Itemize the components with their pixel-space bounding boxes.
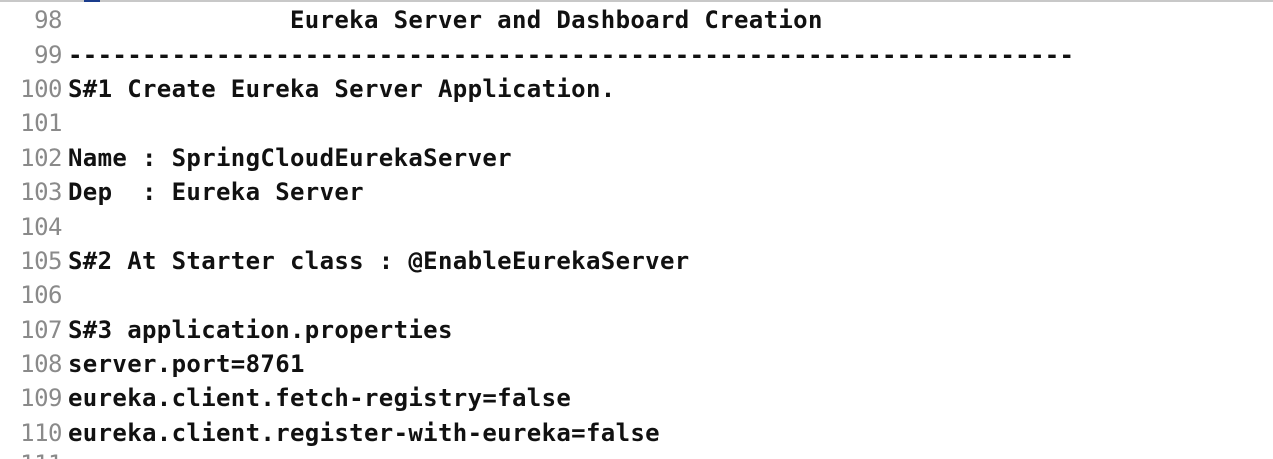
line-number: 105 <box>20 246 62 275</box>
code-line[interactable]: 106 <box>0 278 1273 312</box>
text-editor[interactable]: 98 Eureka Server and Dashboard Creation … <box>0 0 1273 459</box>
line-text[interactable]: Name : SpringCloudEurekaServer <box>68 144 1273 172</box>
line-text[interactable]: Eureka Server and Dashboard Creation <box>68 6 1273 34</box>
code-line[interactable]: 100 S#1 Create Eureka Server Application… <box>0 72 1273 106</box>
code-line[interactable]: 111 <box>0 450 1273 459</box>
line-number: 104 <box>20 212 62 241</box>
code-line[interactable]: 98 Eureka Server and Dashboard Creation <box>0 3 1273 37</box>
line-number: 100 <box>20 74 62 103</box>
code-line[interactable]: 104 <box>0 209 1273 243</box>
line-text[interactable]: eureka.client.register-with-eureka=false <box>68 419 1273 447</box>
code-line[interactable]: 102 Name : SpringCloudEurekaServer <box>0 141 1273 175</box>
line-number: 98 <box>34 6 62 35</box>
line-number: 99 <box>34 40 62 69</box>
line-number: 111 <box>0 450 68 459</box>
line-number: 101 <box>20 109 62 138</box>
line-number: 107 <box>20 315 62 344</box>
code-line[interactable]: 108 server.port=8761 <box>0 347 1273 381</box>
code-line[interactable]: 105 S#2 At Starter class : @EnableEureka… <box>0 244 1273 278</box>
cursor-accent <box>84 0 100 2</box>
line-number: 102 <box>20 143 62 172</box>
code-line[interactable]: 103 Dep : Eureka Server <box>0 175 1273 209</box>
code-line[interactable]: 110 eureka.client.register-with-eureka=f… <box>0 416 1273 450</box>
code-line[interactable]: 109 eureka.client.fetch-registry=false <box>0 381 1273 415</box>
line-text[interactable]: S#2 At Starter class : @EnableEurekaServ… <box>68 247 1273 275</box>
line-text[interactable]: server.port=8761 <box>68 350 1273 378</box>
line-text[interactable]: Dep : Eureka Server <box>68 178 1273 206</box>
line-text[interactable]: S#1 Create Eureka Server Application. <box>68 75 1273 103</box>
code-line[interactable]: 99 -------------------------------------… <box>0 37 1273 71</box>
code-lines[interactable]: 98 Eureka Server and Dashboard Creation … <box>0 3 1273 459</box>
line-number: 110 <box>20 418 62 447</box>
line-number: 106 <box>20 281 62 310</box>
line-text[interactable]: ----------------------------------------… <box>68 41 1273 69</box>
line-text[interactable]: eureka.client.fetch-registry=false <box>68 384 1273 412</box>
code-line[interactable]: 101 <box>0 106 1273 140</box>
line-text[interactable]: S#3 application.properties <box>68 316 1273 344</box>
line-number: 103 <box>20 178 62 207</box>
code-line[interactable]: 107 S#3 application.properties <box>0 313 1273 347</box>
editor-top-border <box>0 0 1273 2</box>
line-number: 108 <box>20 350 62 379</box>
line-number: 109 <box>20 384 62 413</box>
